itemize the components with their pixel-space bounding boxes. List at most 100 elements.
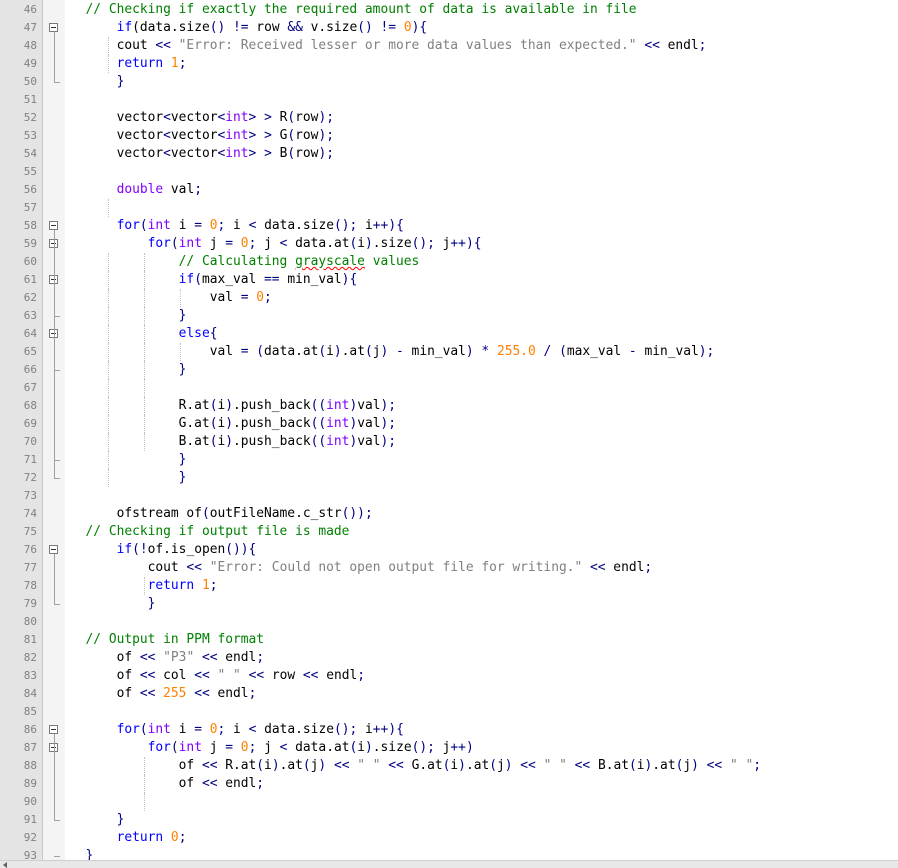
- code-line[interactable]: 58 for(int i = 0; i < data.size(); i++){: [0, 217, 898, 235]
- code-editor[interactable]: 46 // Checking if exactly the required a…: [0, 0, 898, 860]
- code-line[interactable]: 62 val = 0;: [0, 289, 898, 307]
- fold-collapse-icon[interactable]: [49, 725, 58, 734]
- indent-guide: [108, 307, 109, 325]
- code-text[interactable]: val = (data.at(i).at(j) - min_val) * 255…: [70, 343, 714, 361]
- code-line[interactable]: 48 cout << "Error: Received lesser or mo…: [0, 37, 898, 55]
- code-text[interactable]: for(int j = 0; j < data.at(i).size(); j+…: [70, 235, 481, 253]
- code-line[interactable]: 89 of << endl;: [0, 775, 898, 793]
- code-text[interactable]: }: [70, 361, 186, 379]
- code-line[interactable]: 78 return 1;: [0, 577, 898, 595]
- horizontal-scrollbar[interactable]: [0, 860, 898, 868]
- code-token: cout: [70, 560, 186, 575]
- code-line[interactable]: 83 of << col << " " << row << endl;: [0, 667, 898, 685]
- code-text[interactable]: vector<vector<int> > B(row);: [70, 145, 334, 163]
- code-line[interactable]: 60 // Calculating grayscale values: [0, 253, 898, 271]
- scroll-left-arrow-icon[interactable]: [3, 862, 7, 868]
- code-line[interactable]: 82 of << "P3" << endl;: [0, 649, 898, 667]
- code-line[interactable]: 87 for(int j = 0; j < data.at(i).size();…: [0, 739, 898, 757]
- code-line[interactable]: 61 if(max_val == min_val){: [0, 271, 898, 289]
- code-text[interactable]: if(!of.is_open()){: [70, 541, 256, 559]
- code-text[interactable]: of << R.at(i).at(j) << " " << G.at(i).at…: [70, 757, 761, 775]
- code-token: >: [264, 128, 272, 143]
- code-line[interactable]: 53 vector<vector<int> > G(row);: [0, 127, 898, 145]
- code-line[interactable]: 86 for(int i = 0; i < data.size(); i++){: [0, 721, 898, 739]
- code-line[interactable]: 50 }: [0, 73, 898, 91]
- code-line[interactable]: 64 else{: [0, 325, 898, 343]
- fold-collapse-icon[interactable]: [49, 221, 58, 230]
- code-text[interactable]: vector<vector<int> > R(row);: [70, 109, 334, 127]
- code-line[interactable]: 81 // Output in PPM format: [0, 631, 898, 649]
- code-line[interactable]: 85: [0, 703, 898, 721]
- code-line[interactable]: 51: [0, 91, 898, 109]
- code-text[interactable]: cout << "Error: Could not open output fi…: [70, 559, 652, 577]
- code-line[interactable]: 66 }: [0, 361, 898, 379]
- code-text[interactable]: }: [70, 451, 186, 469]
- code-line[interactable]: 54 vector<vector<int> > B(row);: [0, 145, 898, 163]
- code-text[interactable]: of << "P3" << endl;: [70, 649, 264, 667]
- code-line[interactable]: 55: [0, 163, 898, 181]
- code-area[interactable]: 46 // Checking if exactly the required a…: [0, 0, 898, 860]
- code-line[interactable]: 68 R.at(i).push_back((int)val);: [0, 397, 898, 415]
- code-line[interactable]: 90: [0, 793, 898, 811]
- code-text[interactable]: of << 255 << endl;: [70, 685, 256, 703]
- code-token: {: [396, 722, 404, 737]
- code-text[interactable]: // Output in PPM format: [70, 631, 264, 649]
- code-text[interactable]: for(int j = 0; j < data.at(i).size(); j+…: [70, 739, 474, 757]
- code-text[interactable]: }: [70, 469, 186, 487]
- code-text[interactable]: if(max_val == min_val){: [70, 271, 357, 289]
- code-text[interactable]: for(int i = 0; i < data.size(); i++){: [70, 721, 404, 739]
- code-line[interactable]: 46 // Checking if exactly the required a…: [0, 1, 898, 19]
- code-line[interactable]: 79 }: [0, 595, 898, 613]
- code-line[interactable]: 59 for(int j = 0; j < data.at(i).size();…: [0, 235, 898, 253]
- code-text[interactable]: // Checking if output file is made: [70, 523, 349, 541]
- code-text[interactable]: ofstream of(outFileName.c_str());: [70, 505, 373, 523]
- code-text[interactable]: return 1;: [70, 55, 186, 73]
- code-line[interactable]: 67: [0, 379, 898, 397]
- code-line[interactable]: 92 return 0;: [0, 829, 898, 847]
- code-text[interactable]: double val;: [70, 181, 202, 199]
- code-line[interactable]: 91 }: [0, 811, 898, 829]
- code-line[interactable]: 75 // Checking if output file is made: [0, 523, 898, 541]
- code-text[interactable]: val = 0;: [70, 289, 272, 307]
- code-line[interactable]: 80: [0, 613, 898, 631]
- code-text[interactable]: vector<vector<int> > G(row);: [70, 127, 334, 145]
- code-text[interactable]: of << col << " " << row << endl;: [70, 667, 365, 685]
- code-text[interactable]: if(data.size() != row && v.size() != 0){: [70, 19, 427, 37]
- code-line[interactable]: 69 G.at(i).push_back((int)val);: [0, 415, 898, 433]
- code-token: j: [202, 740, 225, 755]
- code-text[interactable]: }: [70, 73, 124, 91]
- code-text[interactable]: // Checking if exactly the required amou…: [70, 1, 637, 19]
- code-text[interactable]: // Calculating grayscale values: [70, 253, 419, 271]
- code-line[interactable]: 56 double val;: [0, 181, 898, 199]
- fold-collapse-icon[interactable]: [49, 23, 58, 32]
- code-text[interactable]: }: [70, 307, 186, 325]
- code-line[interactable]: 49 return 1;: [0, 55, 898, 73]
- code-line[interactable]: 88 of << R.at(i).at(j) << " " << G.at(i)…: [0, 757, 898, 775]
- code-line[interactable]: 63 }: [0, 307, 898, 325]
- code-text[interactable]: }: [70, 811, 124, 829]
- code-line[interactable]: 71 }: [0, 451, 898, 469]
- fold-collapse-icon[interactable]: [49, 545, 58, 554]
- line-number: 62: [0, 289, 37, 307]
- code-text[interactable]: return 0;: [70, 829, 186, 847]
- code-line[interactable]: 57: [0, 199, 898, 217]
- code-text[interactable]: G.at(i).push_back((int)val);: [70, 415, 396, 433]
- code-text[interactable]: cout << "Error: Received lesser or more …: [70, 37, 706, 55]
- code-line[interactable]: 47 if(data.size() != row && v.size() != …: [0, 19, 898, 37]
- code-line[interactable]: 74 ofstream of(outFileName.c_str());: [0, 505, 898, 523]
- code-text[interactable]: R.at(i).push_back((int)val);: [70, 397, 396, 415]
- code-line[interactable]: 52 vector<vector<int> > R(row);: [0, 109, 898, 127]
- code-token: // Calculating: [179, 254, 295, 269]
- code-line[interactable]: 77 cout << "Error: Could not open output…: [0, 559, 898, 577]
- code-text[interactable]: B.at(i).push_back((int)val);: [70, 433, 396, 451]
- code-text[interactable]: for(int i = 0; i < data.size(); i++){: [70, 217, 404, 235]
- code-text[interactable]: }: [70, 595, 155, 613]
- code-line[interactable]: 72 }: [0, 469, 898, 487]
- code-line[interactable]: 76 if(!of.is_open()){: [0, 541, 898, 559]
- code-line[interactable]: 65 val = (data.at(i).at(j) - min_val) * …: [0, 343, 898, 361]
- code-text[interactable]: of << endl;: [70, 775, 264, 793]
- code-token: [70, 524, 86, 539]
- code-line[interactable]: 73: [0, 487, 898, 505]
- code-line[interactable]: 70 B.at(i).push_back((int)val);: [0, 433, 898, 451]
- code-line[interactable]: 84 of << 255 << endl;: [0, 685, 898, 703]
